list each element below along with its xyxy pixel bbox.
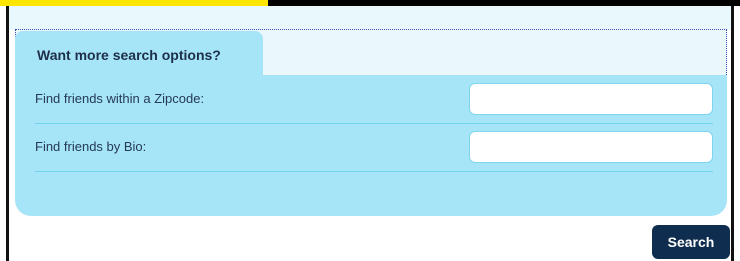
search-button[interactable]: Search — [652, 225, 730, 259]
tab-more-search-options[interactable]: Want more search options? — [15, 31, 263, 79]
panel-body: Find friends within a Zipcode: Find frie… — [15, 75, 727, 216]
header-band — [9, 6, 731, 30]
bio-input[interactable] — [469, 131, 713, 163]
search-options-panel: Want more search options? Find friends w… — [15, 29, 727, 216]
zipcode-row: Find friends within a Zipcode: — [35, 77, 713, 124]
bio-label: Find friends by Bio: — [35, 139, 147, 154]
zipcode-input[interactable] — [469, 83, 713, 115]
bio-row: Find friends by Bio: — [35, 125, 713, 172]
tab-title: Want more search options? — [37, 47, 221, 63]
search-options-frame: Want more search options? Find friends w… — [6, 6, 734, 261]
zipcode-label: Find friends within a Zipcode: — [35, 91, 205, 106]
